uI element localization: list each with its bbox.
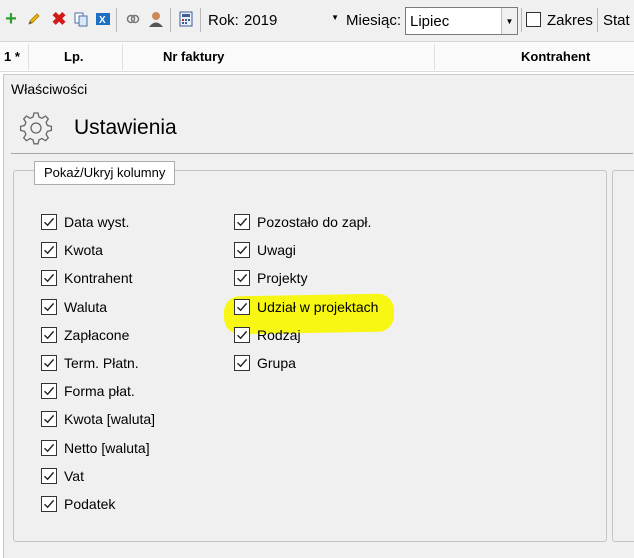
column-toggle-label: Udział w projektach <box>257 298 379 315</box>
column-toggle-label: Kwota [waluta] <box>64 411 156 428</box>
zakres-checkbox[interactable] <box>526 12 541 27</box>
column-toggle-label: Rodzaj <box>257 326 301 343</box>
checkbox[interactable] <box>234 214 250 230</box>
secondary-group <box>612 170 634 542</box>
checkbox[interactable] <box>234 242 250 259</box>
checkbox[interactable] <box>41 270 57 287</box>
column-toggle-label: Netto [waluta] <box>64 439 150 456</box>
checkbox[interactable] <box>234 326 250 343</box>
toolbar-separator <box>200 8 201 32</box>
properties-title: Właściwości <box>11 81 88 97</box>
column-separator <box>434 44 435 70</box>
edit-icon[interactable] <box>25 10 43 28</box>
rok-value: 2019 <box>244 12 278 29</box>
checkbox[interactable] <box>234 270 250 287</box>
checkbox[interactable] <box>41 411 57 428</box>
column-header-nr-faktury[interactable]: Nr faktury <box>163 49 224 64</box>
check-icon <box>44 358 55 368</box>
check-icon <box>44 330 55 340</box>
rok-label: Rok: <box>208 12 239 29</box>
link-icon[interactable] <box>124 10 142 28</box>
column-toggle-label: Grupa <box>257 355 296 371</box>
check-icon <box>44 443 55 452</box>
toolbar-separator <box>521 8 522 32</box>
column-toggle-label: Projekty <box>257 270 308 287</box>
copy-icon[interactable] <box>72 10 90 28</box>
toolbar: + ✖ X Rok: 2019 ▼ Miesiąc: Lipiec ▼ Zakr… <box>0 0 634 42</box>
column-toggle-label: Term. Płatn. <box>64 355 139 371</box>
miesiac-value: Lipiec <box>410 13 450 30</box>
toolbar-separator <box>597 8 598 32</box>
delete-icon[interactable]: ✖ <box>50 10 68 28</box>
checkbox[interactable] <box>234 298 250 315</box>
checkbox[interactable] <box>41 467 57 484</box>
checkbox[interactable] <box>41 326 57 343</box>
column-toggle-label: Data wyst. <box>64 214 130 230</box>
miesiac-label: Miesiąc: <box>346 12 402 29</box>
zakres-label: Zakres <box>547 12 593 29</box>
check-icon <box>237 302 248 311</box>
checkbox[interactable] <box>234 355 250 371</box>
column-header-lp[interactable]: Lp. <box>64 49 84 64</box>
column-header-selector[interactable]: 1 * <box>4 49 20 64</box>
column-toggle-label: Vat <box>64 467 84 484</box>
miesiac-select[interactable]: Lipiec ▼ <box>405 7 518 35</box>
column-toggle-label: Pozostało do zapł. <box>257 214 372 230</box>
checkbox[interactable] <box>41 298 57 315</box>
stat-button[interactable]: Stat <box>603 12 630 29</box>
column-header-kontrahent[interactable]: Kontrahent <box>521 49 590 64</box>
column-toggle-label: Podatek <box>64 496 116 512</box>
checkbox[interactable] <box>41 383 57 400</box>
column-separator <box>122 44 123 70</box>
column-toggle-label: Uwagi <box>257 242 296 259</box>
check-icon <box>237 274 248 283</box>
column-toggle-label: Forma płat. <box>64 383 135 400</box>
excel-icon[interactable]: X <box>94 10 112 28</box>
column-toggle-label: Kwota <box>64 242 103 259</box>
checkbox[interactable] <box>41 355 57 371</box>
column-toggle-label: Zapłacone <box>64 326 130 343</box>
properties-panel: Właściwości Ustawienia Pokaż/Ukryj kolum… <box>3 74 634 558</box>
column-separator <box>28 44 29 70</box>
divider <box>11 153 633 154</box>
checkbox[interactable] <box>41 242 57 259</box>
settings-title: Ustawienia <box>74 116 177 139</box>
check-icon <box>44 217 55 227</box>
calculator-icon[interactable] <box>177 10 195 28</box>
rok-input[interactable]: 2019 ▼ <box>244 7 339 35</box>
svg-text:X: X <box>99 15 106 26</box>
grid-header: 1 * Lp. Nr faktury Kontrahent <box>0 42 634 72</box>
check-icon <box>44 246 55 255</box>
check-icon <box>44 274 55 283</box>
chevron-down-icon[interactable]: ▼ <box>331 13 339 22</box>
check-icon <box>237 246 248 255</box>
check-icon <box>44 499 55 509</box>
gear-icon <box>19 112 53 145</box>
check-icon <box>44 387 55 396</box>
toolbar-separator <box>170 8 171 32</box>
add-icon[interactable]: + <box>2 9 20 29</box>
chevron-down-icon[interactable]: ▼ <box>501 8 517 34</box>
column-toggle-label: Kontrahent <box>64 270 133 287</box>
column-toggle-label: Waluta <box>64 298 108 315</box>
check-icon <box>44 415 55 424</box>
show-hide-columns-button[interactable]: Pokaż/Ukryj kolumny <box>34 161 176 185</box>
toolbar-separator <box>116 8 117 32</box>
check-icon <box>237 217 248 227</box>
check-icon <box>44 471 55 481</box>
settings-header: Ustawienia <box>18 110 618 150</box>
checkbox[interactable] <box>41 214 57 230</box>
checkbox[interactable] <box>41 496 57 512</box>
checkbox[interactable] <box>41 439 57 456</box>
user-icon[interactable] <box>147 10 165 28</box>
check-icon <box>237 358 248 368</box>
check-icon <box>44 302 55 311</box>
check-icon <box>237 330 248 340</box>
